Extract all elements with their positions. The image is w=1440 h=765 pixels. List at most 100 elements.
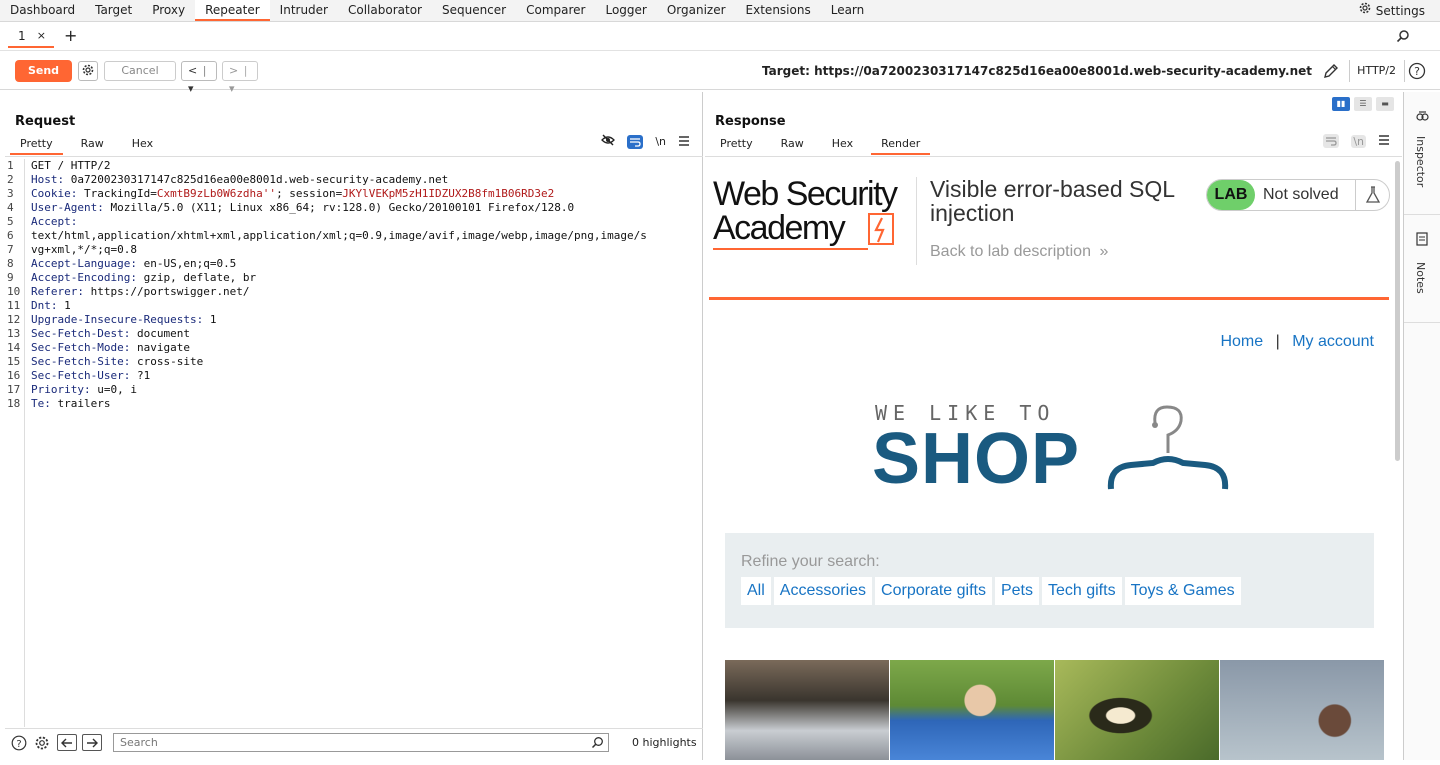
product-image[interactable] bbox=[1055, 660, 1219, 760]
nav-tab-sequencer[interactable]: Sequencer bbox=[432, 0, 516, 21]
request-line[interactable]: Sec-Fetch-User: ?1 bbox=[31, 369, 691, 383]
help-icon[interactable]: ? bbox=[1408, 62, 1426, 83]
request-line[interactable]: Cookie: TrackingId=CxmtB9zLb0W6zdha''; s… bbox=[31, 187, 691, 201]
response-view-options: \n bbox=[1323, 134, 1390, 148]
response-tab-render[interactable]: Render bbox=[871, 134, 931, 155]
request-line[interactable]: Priority: u=0, i bbox=[31, 383, 691, 397]
response-tab-hex[interactable]: Hex bbox=[822, 134, 863, 155]
nav-tab-intruder[interactable]: Intruder bbox=[270, 0, 338, 21]
repeater-tab-1[interactable]: 1 × bbox=[8, 26, 54, 48]
filter-accessories[interactable]: Accessories bbox=[773, 577, 873, 605]
search-icon[interactable] bbox=[1396, 29, 1410, 46]
product-image[interactable] bbox=[725, 660, 889, 760]
request-view-tabs: Pretty Raw Hex bbox=[10, 134, 171, 155]
request-tab-pretty[interactable]: Pretty bbox=[10, 134, 63, 155]
line-number: 18 bbox=[7, 397, 21, 410]
nav-tab-repeater[interactable]: Repeater bbox=[195, 0, 270, 21]
request-line[interactable]: Sec-Fetch-Site: cross-site bbox=[31, 355, 691, 369]
word-wrap-icon[interactable] bbox=[627, 134, 644, 149]
request-line[interactable]: Accept: bbox=[31, 215, 691, 229]
settings-button[interactable]: Settings bbox=[1358, 0, 1425, 22]
request-line[interactable]: Host: 0a7200230317147c825d16ea00e8001d.w… bbox=[31, 173, 691, 187]
word-wrap-icon[interactable] bbox=[1323, 134, 1340, 148]
divider bbox=[916, 177, 917, 265]
inspector-sidebar: Inspector Notes bbox=[1403, 92, 1440, 760]
history-forward-button[interactable]: > | ▾ bbox=[222, 61, 258, 95]
layout-tabs-icon[interactable]: ▬ bbox=[1376, 97, 1394, 111]
request-line[interactable]: Upgrade-Insecure-Requests: 1 bbox=[31, 313, 691, 327]
send-button[interactable]: Send bbox=[15, 60, 72, 82]
filter-toys-games[interactable]: Toys & Games bbox=[1124, 577, 1241, 605]
request-tab-raw[interactable]: Raw bbox=[71, 134, 114, 155]
filter-all[interactable]: All bbox=[741, 577, 771, 605]
nav-tab-target[interactable]: Target bbox=[85, 0, 142, 21]
request-line[interactable]: Sec-Fetch-Dest: document bbox=[31, 327, 691, 341]
product-image[interactable] bbox=[890, 660, 1054, 760]
request-line[interactable]: Te: trailers bbox=[31, 397, 691, 411]
double-chevron-icon: » bbox=[1099, 243, 1109, 260]
request-editor[interactable]: 1 2 3 4 5 6 7 8 9 10 11 12 13 14 15 16 17 18 GET / HTTP/2… bbox=[5, 156, 703, 727]
request-tab-hex[interactable]: Hex bbox=[122, 134, 163, 155]
request-line[interactable]: Accept-Encoding: gzip, deflate, br bbox=[31, 271, 691, 285]
request-line[interactable]: Accept-Language: en-US,en;q=0.5 bbox=[31, 257, 691, 271]
send-settings-button[interactable] bbox=[78, 61, 98, 81]
nav-tab-organizer[interactable]: Organizer bbox=[657, 0, 736, 21]
request-line[interactable]: GET / HTTP/2 bbox=[31, 159, 691, 173]
layout-stacked-icon[interactable]: ☰ bbox=[1354, 97, 1372, 111]
request-line[interactable] bbox=[31, 411, 691, 425]
menu-icon[interactable] bbox=[678, 135, 690, 149]
request-body[interactable]: GET / HTTP/2 Host: 0a7200230317147c825d16… bbox=[31, 159, 691, 439]
header-name: Accept-Language: bbox=[31, 257, 137, 270]
nav-tab-learn[interactable]: Learn bbox=[821, 0, 875, 21]
cancel-button[interactable]: Cancel bbox=[104, 61, 176, 81]
home-link[interactable]: Home bbox=[1220, 333, 1263, 350]
menu-icon[interactable] bbox=[1378, 134, 1390, 148]
request-line[interactable]: Dnt: 1 bbox=[31, 299, 691, 313]
back-to-lab-link[interactable]: Back to lab description » bbox=[930, 243, 1108, 261]
request-line[interactable]: User-Agent: Mozilla/5.0 (X11; Linux x86_… bbox=[31, 201, 691, 215]
nav-tab-logger[interactable]: Logger bbox=[595, 0, 656, 21]
response-tab-pretty[interactable]: Pretty bbox=[710, 134, 763, 155]
request-line[interactable]: Sec-Fetch-Mode: navigate bbox=[31, 341, 691, 355]
my-account-link[interactable]: My account bbox=[1292, 333, 1374, 350]
hide-nonprintable-icon[interactable] bbox=[601, 134, 616, 149]
newline-toggle[interactable]: \n bbox=[1351, 134, 1366, 148]
history-back-button[interactable]: < | ▾ bbox=[181, 61, 217, 95]
render-scrollbar[interactable] bbox=[1395, 161, 1400, 461]
layout-side-by-side-icon[interactable]: ▮▮ bbox=[1332, 97, 1350, 111]
nav-tab-proxy[interactable]: Proxy bbox=[142, 0, 195, 21]
line-number: 5 bbox=[7, 215, 14, 228]
product-image[interactable] bbox=[1220, 660, 1384, 760]
gear-icon[interactable] bbox=[34, 735, 50, 754]
request-search-bar: ? Search 0 highlights bbox=[5, 728, 703, 756]
divider bbox=[1404, 214, 1440, 215]
nav-tab-extensions[interactable]: Extensions bbox=[736, 0, 821, 21]
add-tab-button[interactable]: + bbox=[64, 26, 77, 46]
header-value: u=0, i bbox=[97, 383, 137, 396]
filter-pets[interactable]: Pets bbox=[994, 577, 1039, 605]
response-tab-raw[interactable]: Raw bbox=[771, 134, 814, 155]
http-version-toggle[interactable]: HTTP/2 bbox=[1357, 64, 1396, 77]
arrow-right-icon[interactable] bbox=[82, 734, 102, 751]
nav-tab-dashboard[interactable]: Dashboard bbox=[0, 0, 85, 21]
wsa-logo[interactable]: Web Security Academy bbox=[713, 177, 898, 250]
request-line[interactable]: Referer: https://portswigger.net/ bbox=[31, 285, 691, 299]
rendered-page: Web Security Academy Visible error-based… bbox=[705, 156, 1402, 760]
close-icon[interactable]: × bbox=[37, 26, 46, 46]
search-icon[interactable] bbox=[591, 736, 604, 752]
nav-tab-comparer[interactable]: Comparer bbox=[516, 0, 595, 21]
request-line[interactable]: text/html,application/xhtml+xml,applicat… bbox=[31, 229, 691, 243]
header-value: en-US,en;q=0.5 bbox=[143, 257, 237, 270]
newline-toggle[interactable]: \n bbox=[655, 135, 666, 148]
filter-tech-gifts[interactable]: Tech gifts bbox=[1041, 577, 1122, 605]
request-line[interactable] bbox=[31, 425, 691, 439]
filter-corporate-gifts[interactable]: Corporate gifts bbox=[875, 577, 992, 605]
search-input[interactable]: Search bbox=[113, 733, 609, 752]
pencil-icon[interactable] bbox=[1322, 62, 1340, 83]
help-icon[interactable]: ? bbox=[11, 735, 27, 754]
svg-text:?: ? bbox=[16, 739, 21, 750]
lightning-icon bbox=[868, 213, 894, 245]
request-line[interactable]: vg+xml,*/*;q=0.8 bbox=[31, 243, 691, 257]
arrow-left-icon[interactable] bbox=[57, 734, 77, 751]
nav-tab-collaborator[interactable]: Collaborator bbox=[338, 0, 432, 21]
